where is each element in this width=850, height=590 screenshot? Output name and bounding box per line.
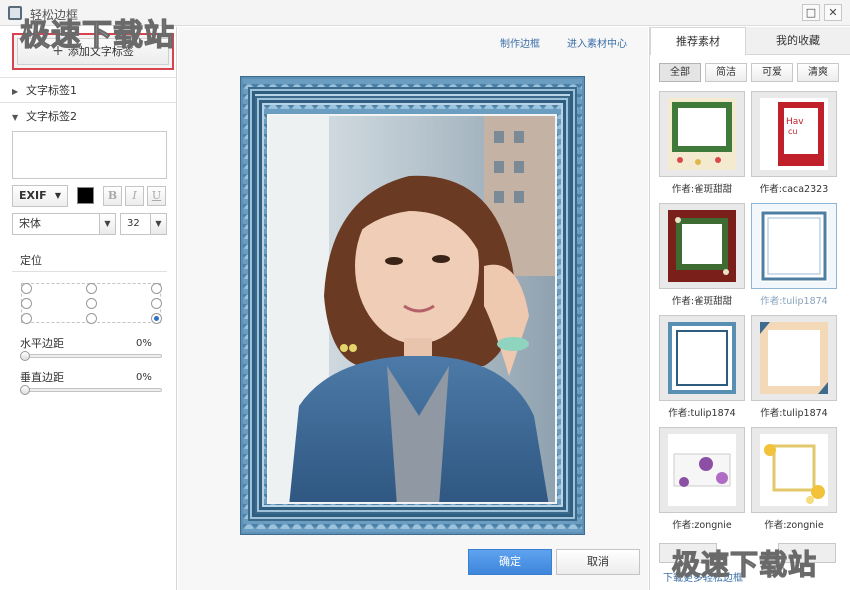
tag-label: 文字标签2 (26, 110, 77, 123)
format-select-value: EXIF (19, 189, 47, 202)
frame-thumb-green-floral (668, 98, 736, 170)
thumbnail-author: 作者:zongnie (672, 520, 732, 531)
thumbnail-author: 作者:雀斑甜甜 (671, 296, 733, 307)
font-size-select[interactable]: 32 ▼ (120, 213, 167, 235)
horizontal-margin-label: 水平边距 (20, 337, 64, 350)
caret-down-icon: ▼ (150, 214, 166, 234)
frame-thumb-blue-lines (668, 322, 736, 394)
thumbnail-author: 作者:tulip1874 (760, 408, 828, 419)
filter-all[interactable]: 全部 (659, 63, 701, 82)
portrait-image (269, 116, 555, 502)
caret-down-icon: ▼ (54, 191, 61, 200)
tab-favorites[interactable]: 我的收藏 (746, 27, 850, 55)
position-radio-bottom-right[interactable] (151, 313, 162, 324)
frame-thumb-dark-red (668, 210, 736, 282)
font-size-value: 32 (127, 218, 140, 229)
text-color-swatch[interactable] (77, 187, 94, 204)
svg-text:Hav: Hav (786, 117, 804, 127)
material-panel: 推荐素材 我的收藏 全部 简洁 可爱 清爽 作者:雀斑甜甜 Hav cu 作者:… (649, 27, 850, 590)
vertical-margin-label: 垂直边距 (20, 371, 64, 384)
frame-thumbnail[interactable] (659, 203, 745, 289)
filter-simple[interactable]: 简洁 (705, 63, 747, 82)
frame-thumb-yellow-flowers (760, 434, 828, 506)
thumbnail-author: 作者:zongnie (764, 520, 824, 531)
frame-thumb-purple-flowers (668, 434, 736, 506)
cancel-button[interactable]: 取消 (556, 549, 640, 575)
left-panel: + 添加文字标签 ▶ 文字标签1 ▼ 文字标签2 EXIF ▼ B I U 宋体 ▼ … (0, 27, 177, 590)
frame-thumbnail[interactable] (659, 427, 745, 513)
thumbnail-author: 作者:雀斑甜甜 (671, 184, 733, 195)
filter-fresh[interactable]: 清爽 (797, 63, 839, 82)
position-radio-top-left[interactable] (21, 283, 32, 294)
position-radio-top-right[interactable] (151, 283, 162, 294)
thumbnail-author: 作者:tulip1874 (760, 296, 828, 307)
bold-button[interactable]: B (103, 186, 122, 206)
italic-button[interactable]: I (125, 186, 144, 206)
preview-area: 制作边框 进入素材中心 确定 取消 (178, 27, 648, 590)
horizontal-margin-handle[interactable] (20, 351, 30, 361)
frame-preview (240, 76, 585, 535)
maximize-button[interactable]: □ (802, 4, 820, 21)
frame-thumbnail[interactable]: Hav cu (751, 91, 837, 177)
frame-thumb-peach (760, 322, 828, 394)
chevron-down-icon: ▼ (12, 113, 19, 122)
close-button[interactable]: ✕ (824, 4, 842, 21)
position-radio-middle-center[interactable] (86, 298, 97, 309)
watermark: 极速下载站 (19, 17, 175, 53)
thumbnail-author: 作者:tulip1874 (668, 408, 736, 419)
frame-thumbnail[interactable] (659, 91, 745, 177)
filter-cute[interactable]: 可爱 (751, 63, 793, 82)
frame-thumb-red-cute: Hav cu (760, 98, 828, 170)
frame-thumbnail-selected[interactable] (751, 203, 837, 289)
horizontal-margin-slider[interactable] (22, 354, 162, 358)
vertical-margin-value: 0% (136, 372, 152, 383)
underline-button[interactable]: U (147, 186, 166, 206)
position-radio-bottom-left[interactable] (21, 313, 32, 324)
vertical-margin-slider[interactable] (22, 388, 162, 392)
frame-thumb-blue-simple (760, 210, 828, 282)
frame-thumbnail[interactable] (659, 315, 745, 401)
horizontal-margin-value: 0% (136, 338, 152, 349)
position-radio-top-center[interactable] (86, 283, 97, 294)
font-family-value: 宋体 (19, 217, 41, 230)
watermark: 极速下载站 (671, 547, 818, 581)
photo-preview (267, 114, 557, 504)
tab-recommended[interactable]: 推荐素材 (650, 27, 746, 55)
thumbnail-author: 作者:caca2323 (759, 184, 829, 195)
format-select[interactable]: EXIF ▼ (12, 185, 68, 207)
frame-thumbnail[interactable] (751, 427, 837, 513)
label-text-input[interactable] (12, 131, 167, 179)
chevron-right-icon: ▶ (12, 87, 19, 96)
position-radio-middle-left[interactable] (21, 298, 32, 309)
ok-button[interactable]: 确定 (468, 549, 552, 575)
frame-thumbnail[interactable] (751, 315, 837, 401)
material-center-link[interactable]: 进入素材中心 (567, 35, 627, 50)
tag-item-1[interactable]: ▶ 文字标签1 (0, 77, 176, 103)
tag-item-2[interactable]: ▼ 文字标签2 (0, 104, 176, 130)
position-label: 定位 (20, 254, 42, 267)
make-frame-link[interactable]: 制作边框 (500, 35, 540, 50)
position-radio-bottom-center[interactable] (86, 313, 97, 324)
caret-down-icon: ▼ (99, 214, 115, 234)
tag-label: 文字标签1 (26, 84, 77, 97)
vertical-margin-handle[interactable] (20, 385, 30, 395)
svg-text:cu: cu (788, 127, 797, 136)
position-radio-middle-right[interactable] (151, 298, 162, 309)
divider (12, 271, 167, 272)
font-family-select[interactable]: 宋体 ▼ (12, 213, 116, 235)
